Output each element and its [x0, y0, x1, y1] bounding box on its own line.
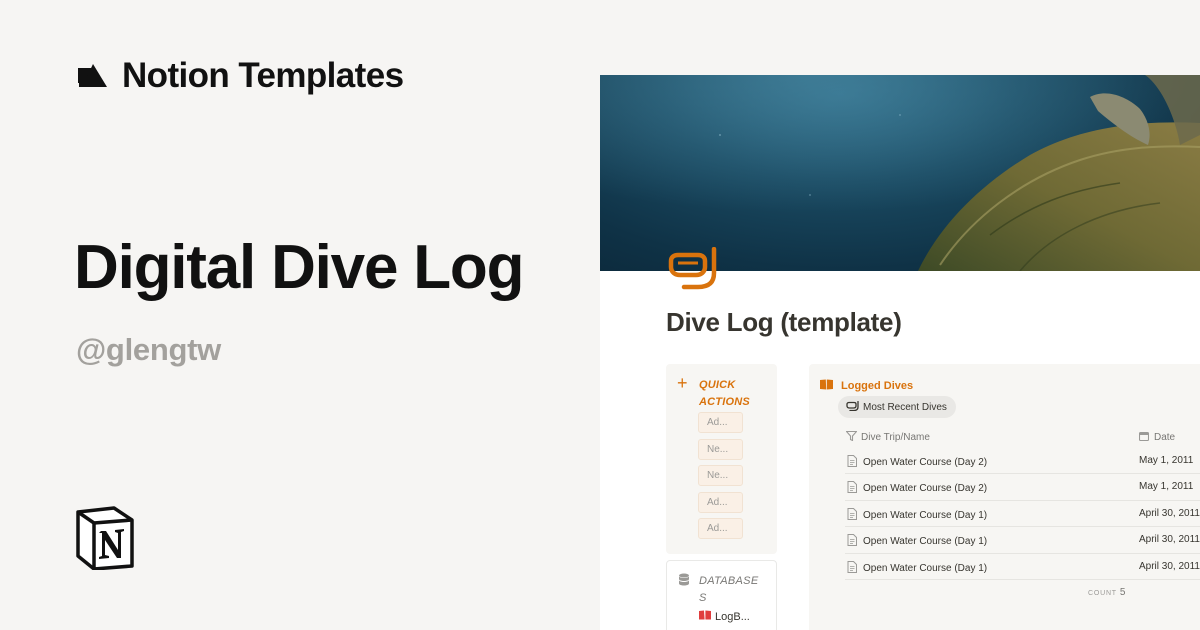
row-name: Open Water Course (Day 2)	[863, 483, 988, 495]
row-date: May 1, 2011	[1139, 455, 1194, 466]
databases-label: DATABASES	[699, 575, 759, 604]
page-icon	[847, 481, 857, 496]
row-count: COUNT 5	[1088, 587, 1125, 598]
notion-page-preview: Dive Log (template) + QUICK ACTIONS Ad..…	[600, 75, 1200, 630]
page-icon	[847, 534, 857, 549]
plus-icon: +	[677, 373, 688, 393]
quick-action-button[interactable]: Ad...	[698, 518, 743, 539]
column-header-name-label: Dive Trip/Name	[861, 432, 930, 443]
quick-actions-callout: + QUICK ACTIONS Ad... Ne... Ne... Ad... …	[666, 364, 777, 554]
logged-dives-header[interactable]: Logged Dives	[820, 377, 913, 395]
logged-dives-callout: Logged Dives Most Recent Dives Dive Trip…	[809, 364, 1200, 630]
quick-action-button[interactable]: Ne...	[698, 465, 743, 486]
view-tab-label: Most Recent Dives	[863, 401, 947, 413]
table-row[interactable]: Open Water Course (Day 1) April 30, 2011	[845, 527, 1200, 554]
row-date: April 30, 2011	[1139, 560, 1200, 572]
calendar-icon	[1138, 431, 1150, 444]
quick-action-button[interactable]: Ad...	[698, 412, 743, 433]
brand-name: Notion Templates	[122, 56, 404, 95]
open-book-icon	[820, 377, 833, 395]
view-tab-most-recent[interactable]: Most Recent Dives	[838, 396, 956, 418]
logbook-link-label: LogB...	[715, 610, 750, 623]
red-book-icon	[699, 610, 711, 623]
column-header-date[interactable]: Date	[1138, 431, 1176, 444]
row-name: Open Water Course (Day 1)	[863, 509, 988, 521]
column-header-date-label: Date	[1154, 432, 1176, 443]
table-row[interactable]: Open Water Course (Day 2) May 1, 2011	[845, 448, 1200, 475]
quick-action-button[interactable]: Ad...	[698, 491, 743, 513]
page-icon	[847, 560, 857, 576]
filter-icon	[845, 430, 858, 444]
notion-logo-icon	[74, 506, 136, 571]
row-date: May 1, 2011	[1139, 481, 1194, 493]
brand-header: Notion Templates	[76, 56, 404, 96]
row-name: Open Water Course (Day 1)	[863, 536, 988, 548]
logbook-link[interactable]: LogB...	[699, 610, 750, 623]
databases-callout: DATABASES LogB...	[666, 560, 777, 630]
count-label: COUNT	[1088, 590, 1117, 597]
column-header-name[interactable]: Dive Trip/Name	[845, 430, 930, 444]
page-title: Dive Log (template)	[666, 307, 902, 337]
table-row[interactable]: Open Water Course (Day 1) April 30, 2011	[845, 554, 1200, 580]
hero-title: Digital Dive Log	[74, 233, 524, 302]
count-value: 5	[1119, 587, 1126, 598]
table-row[interactable]: Open Water Course (Day 1) April 30, 2011	[845, 501, 1200, 528]
row-date: April 30, 2011	[1139, 507, 1200, 519]
table-header: Dive Trip/Name Date	[845, 428, 1200, 448]
author-handle: @glengtw	[76, 332, 221, 367]
row-name: Open Water Course (Day 1)	[863, 562, 988, 574]
dives-table: Dive Trip/Name Date Open Water Course (D…	[845, 428, 1200, 580]
page-icon	[847, 455, 857, 470]
row-name: Open Water Course (Day 2)	[863, 457, 988, 468]
sea-turtle-underwater-image	[600, 75, 1200, 271]
database-icon	[678, 573, 690, 591]
logged-dives-title: Logged Dives	[841, 380, 914, 392]
quick-action-button[interactable]: Ne...	[698, 438, 743, 460]
quick-actions-buttons: Ad... Ne... Ne... Ad... Ad...	[698, 412, 743, 545]
snorkel-mask-icon[interactable]	[668, 246, 722, 291]
cover-image	[600, 75, 1200, 271]
row-date: April 30, 2011	[1139, 534, 1200, 546]
table-row[interactable]: Open Water Course (Day 2) May 1, 2011	[845, 474, 1200, 501]
snorkel-mask-icon	[846, 400, 859, 414]
page-icon	[847, 507, 857, 523]
notion-templates-shapes-icon	[76, 60, 108, 92]
quick-actions-label: QUICK ACTIONS	[699, 379, 750, 408]
